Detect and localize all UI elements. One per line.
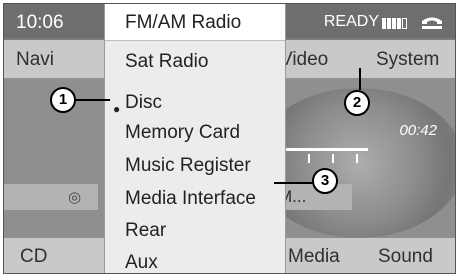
media-screen: 10:06 READY Navi Video System 00:42 ◎ M.…: [3, 3, 456, 274]
callout-1: 1: [50, 87, 76, 113]
selected-bullet-icon: ●: [113, 102, 121, 116]
progress-bar: [280, 148, 368, 151]
menu-item-fm-am-radio[interactable]: FM/AM Radio: [125, 12, 241, 34]
nav-item-system[interactable]: System: [376, 49, 439, 71]
menu-item-media-interface[interactable]: Media Interface: [125, 188, 256, 210]
menu-item-disc[interactable]: Disc: [125, 92, 162, 114]
menu-item-sat-radio[interactable]: Sat Radio: [125, 51, 208, 73]
callout-1-leader: [74, 99, 110, 101]
clock: 10:06: [16, 12, 64, 33]
nav-item-sound[interactable]: Sound: [378, 246, 433, 268]
nav-item-cd[interactable]: CD: [20, 246, 47, 268]
media-source-menu: FM/AM Radio Sat Radio ● Disc Memory Card…: [104, 4, 286, 273]
menu-item-aux[interactable]: Aux: [125, 252, 158, 273]
signal-strength-icon: [382, 17, 410, 29]
callout-2: 2: [344, 90, 370, 116]
phone-icon: [422, 17, 442, 29]
progress-ticks: [280, 154, 368, 164]
callout-3: 3: [312, 168, 338, 194]
ready-status: READY: [323, 13, 379, 30]
nav-item-video[interactable]: Video: [280, 49, 328, 71]
track-bar-left: ◎: [4, 184, 98, 210]
menu-item-rear[interactable]: Rear: [125, 220, 166, 242]
menu-header[interactable]: FM/AM Radio: [105, 4, 285, 41]
callout-2-leader: [359, 68, 361, 90]
nav-item-navi[interactable]: Navi: [16, 49, 54, 71]
elapsed-time: 00:42: [399, 122, 437, 139]
nav-item-media[interactable]: Media: [288, 246, 340, 268]
menu-item-memory-card[interactable]: Memory Card: [125, 122, 240, 144]
callout-3-leader: [274, 182, 314, 184]
cd-icon: ◎: [68, 189, 82, 206]
menu-item-music-register[interactable]: Music Register: [125, 155, 251, 177]
